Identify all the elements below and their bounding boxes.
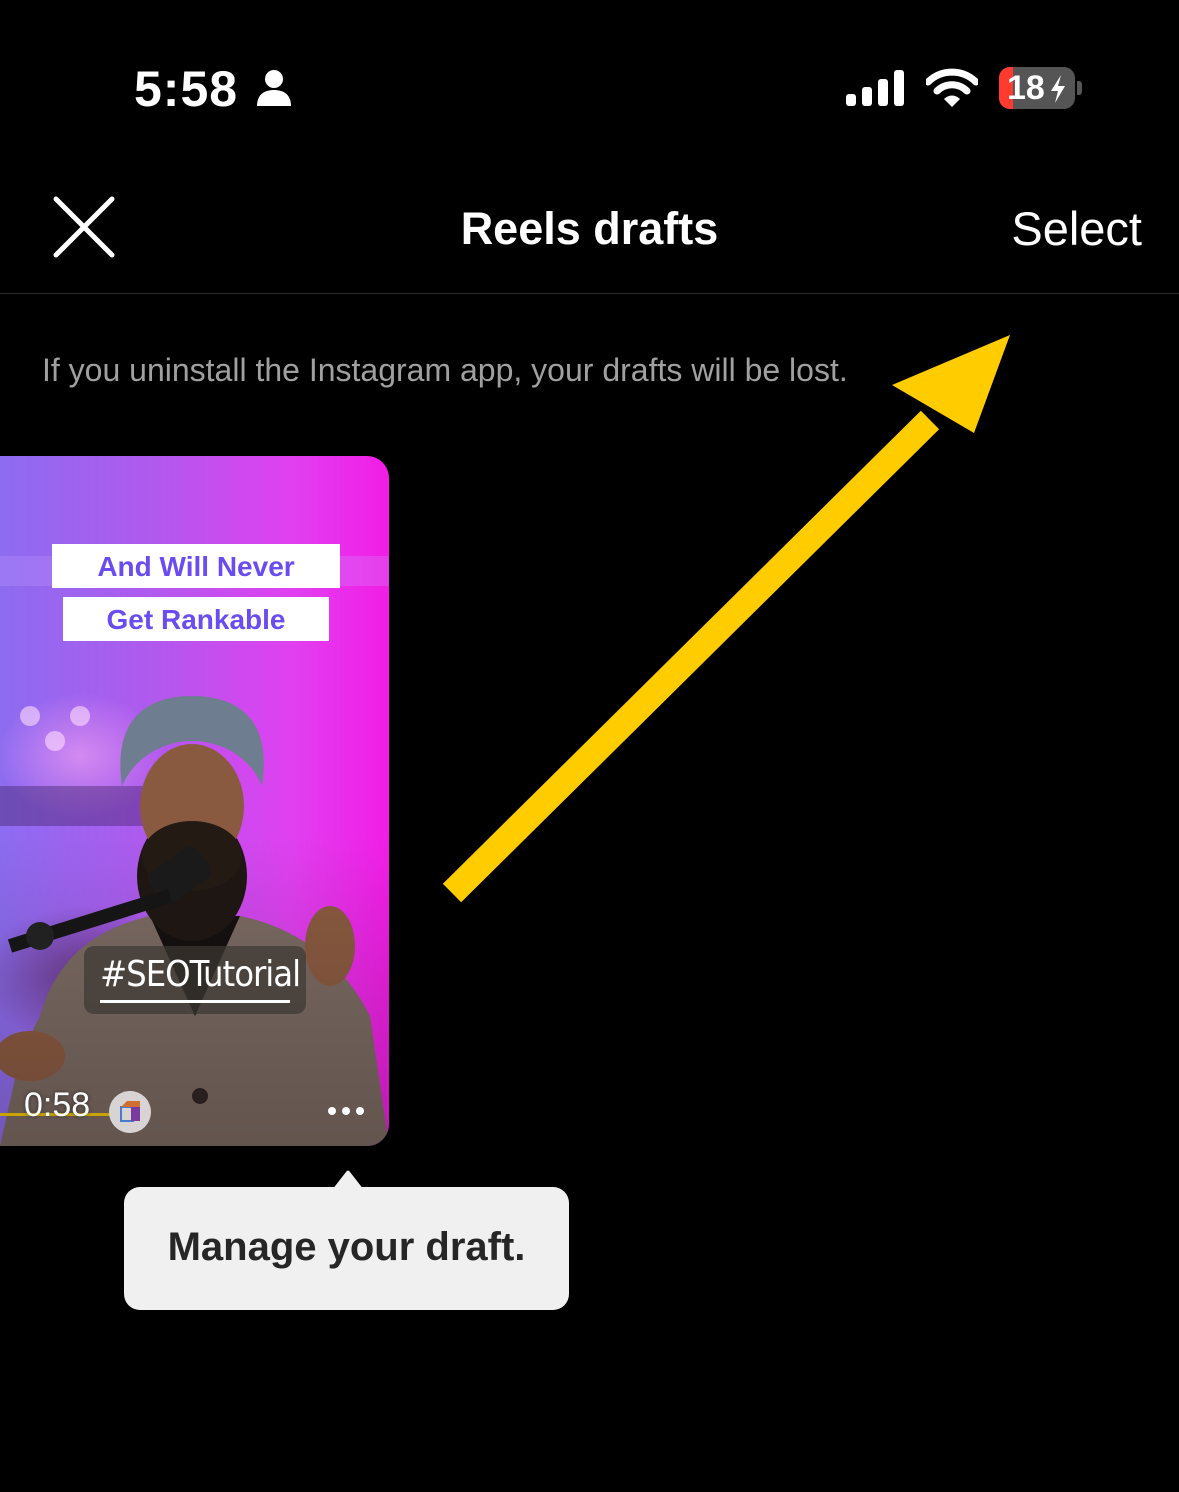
reels-drafts-screen: 5:58 18 Reels drafts Select If you unins…: [0, 0, 1179, 1492]
hashtag-underline: [100, 1000, 290, 1003]
more-dot: [328, 1107, 336, 1115]
draft-thumbnail[interactable]: And Will Never Get Rankable #SEOTutorial…: [0, 456, 389, 1146]
hashtag-sticker: #SEOTutorial: [84, 946, 306, 1014]
bolt-icon: [1051, 75, 1065, 103]
arrow-shaft: [442, 410, 940, 903]
battery-icon: 18: [999, 67, 1075, 109]
status-time: 5:58: [134, 61, 239, 117]
more-dot: [356, 1107, 364, 1115]
draft-duration: 0:58: [24, 1086, 91, 1124]
wifi-icon: [926, 68, 978, 107]
select-button[interactable]: Select: [1011, 201, 1142, 256]
uninstall-warning-text: If you uninstall the Instagram app, your…: [42, 352, 848, 388]
arrow-head: [892, 335, 1010, 433]
app-badge-icon: [109, 1091, 151, 1133]
header-bar: Reels drafts Select: [0, 170, 1179, 294]
manage-draft-tooltip: Manage your draft.: [124, 1187, 569, 1310]
battery-percentage: 18: [1007, 69, 1045, 107]
more-dot: [342, 1107, 350, 1115]
tooltip-tail: [318, 1170, 378, 1190]
signal-icon: [846, 70, 904, 106]
caption-line-2: Get Rankable: [63, 597, 329, 641]
page-title: Reels drafts: [460, 203, 719, 254]
tooltip-text: Manage your draft.: [167, 1225, 526, 1269]
battery-nub: [1077, 81, 1082, 95]
caption-line-1: And Will Never: [52, 544, 340, 588]
more-options-button[interactable]: [326, 1096, 366, 1126]
hashtag-text: #SEOTutorial: [100, 954, 301, 995]
person-icon: [257, 70, 291, 106]
